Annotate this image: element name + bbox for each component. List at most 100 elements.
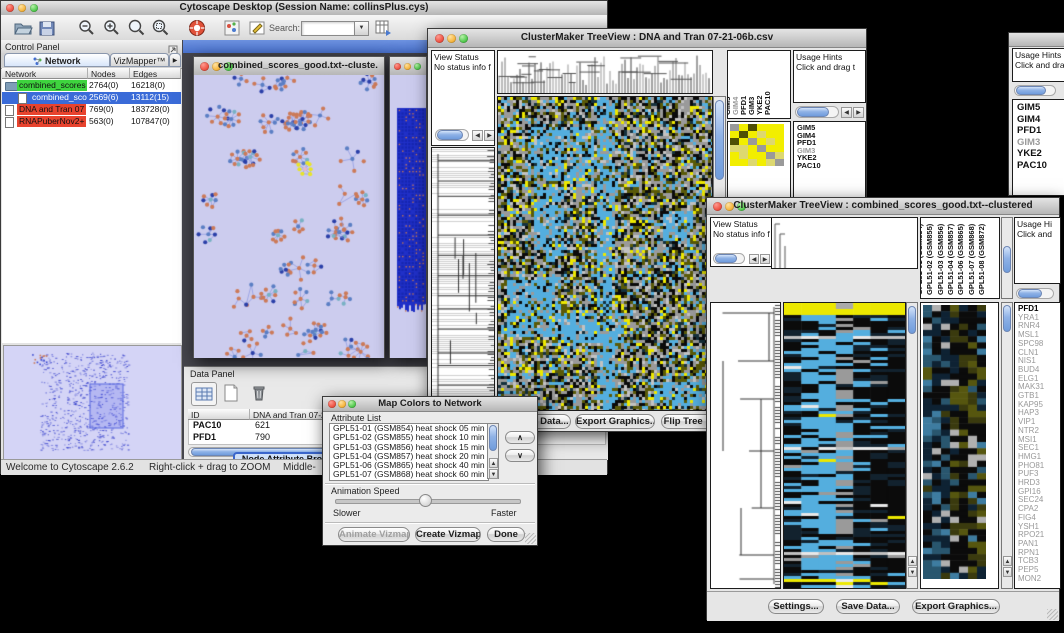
- export-graphics-button[interactable]: Export Graphics...: [912, 599, 1000, 614]
- matrix-cell[interactable]: [775, 152, 784, 159]
- matrix-cell[interactable]: [757, 159, 766, 166]
- matrix-cell[interactable]: [775, 124, 784, 131]
- scroll-down-button[interactable]: ▼: [908, 567, 917, 577]
- treeview-combined-titlebar[interactable]: ClusterMaker TreeView : combined_scores_…: [707, 198, 1059, 215]
- matrix-cell[interactable]: [757, 145, 766, 152]
- gene-label[interactable]: HMG1: [1018, 453, 1060, 462]
- save-data-button[interactable]: Save Data...: [836, 599, 900, 614]
- row-dendrogram[interactable]: [431, 147, 495, 411]
- gene-label[interactable]: SPC98: [1018, 340, 1060, 349]
- view-status-scrollbar-thumb[interactable]: [715, 254, 737, 263]
- gene-label[interactable]: MAK31: [1018, 383, 1060, 392]
- matrix-cell[interactable]: [730, 124, 739, 131]
- matrix-cell[interactable]: [766, 159, 775, 166]
- close-button[interactable]: [394, 63, 401, 70]
- attribute-item[interactable]: GPL51-01 (GSM854) heat shock 05 min: [330, 424, 488, 433]
- heatmap-vscrollbar-thumb[interactable]: [908, 306, 916, 334]
- matrix-cell[interactable]: [775, 138, 784, 145]
- scroll-left-button[interactable]: ◀: [841, 107, 852, 118]
- gene-label[interactable]: GIM3: [1017, 137, 1064, 149]
- attribute-list-scrollbar[interactable]: ▲ ▼: [487, 423, 499, 479]
- usage-hscrollbar[interactable]: [1016, 288, 1054, 299]
- network-view-2-titlebar[interactable]: [390, 57, 426, 76]
- view-status-scrollbar-thumb[interactable]: [437, 130, 463, 140]
- column-header-network[interactable]: Network: [2, 68, 88, 79]
- gene-label[interactable]: FIG4: [1018, 514, 1060, 523]
- gene-label[interactable]: PAC10: [797, 162, 865, 170]
- column-dendrogram[interactable]: [497, 50, 713, 94]
- gene-label[interactable]: PEP5: [1018, 566, 1060, 575]
- column-label[interactable]: GPL51-03 (GSM856): [936, 224, 945, 295]
- data-column-id[interactable]: ID: [188, 409, 250, 420]
- gene-label[interactable]: CLN1: [1018, 349, 1060, 358]
- column-dendrogram[interactable]: [771, 217, 918, 269]
- network-tree-row[interactable]: DNA and Tran 07769(0)183728(0): [2, 104, 181, 116]
- sliver-hscrollbar-thumb[interactable]: [1016, 86, 1046, 95]
- matrix-cell[interactable]: [748, 138, 757, 145]
- minimize-button[interactable]: [404, 63, 411, 70]
- gene-label[interactable]: MSL1: [1018, 331, 1060, 340]
- network-canvas[interactable]: [194, 75, 384, 358]
- matrix-cell[interactable]: [775, 159, 784, 166]
- gene-label[interactable]: YSH1: [1018, 523, 1060, 532]
- zoom-vscrollbar-thumb[interactable]: [1003, 305, 1011, 332]
- gene-label[interactable]: GTB1: [1018, 392, 1060, 401]
- gene-label[interactable]: BUD4: [1018, 366, 1060, 375]
- move-down-button[interactable]: ∨: [505, 449, 535, 462]
- animate-vizmap-button[interactable]: Animate Vizmap: [338, 527, 410, 542]
- scroll-down-button[interactable]: ▼: [1003, 567, 1012, 577]
- tab-vizmapper[interactable]: VizMapper™: [110, 53, 169, 67]
- gene-label[interactable]: YRA1: [1018, 314, 1060, 323]
- gene-label[interactable]: GIM5: [1017, 102, 1064, 114]
- resize-grip[interactable]: [1047, 609, 1058, 620]
- matrix-cell[interactable]: [730, 138, 739, 145]
- matrix-cell[interactable]: [757, 152, 766, 159]
- zoom-in-icon[interactable]: [102, 18, 122, 38]
- main-titlebar[interactable]: Cytoscape Desktop (Session Name: collins…: [1, 1, 607, 16]
- search-dropdown-button[interactable]: ▼: [354, 21, 369, 36]
- gene-label[interactable]: HRD3: [1018, 479, 1060, 488]
- zoom-vscrollbar[interactable]: ▲ ▼: [1001, 302, 1013, 589]
- delete-attribute-icon[interactable]: [247, 382, 271, 404]
- gene-label[interactable]: PFD1: [797, 139, 865, 147]
- zoom-heatmap-panel[interactable]: [920, 302, 999, 589]
- table-view-icon[interactable]: [191, 382, 217, 406]
- gene-label[interactable]: NIS1: [1018, 357, 1060, 366]
- network-tree-row[interactable]: combined_scores2764(0)16218(0): [2, 80, 181, 92]
- gene-label[interactable]: GIM4: [797, 132, 865, 140]
- close-button[interactable]: [200, 62, 209, 71]
- column-label[interactable]: GPL51-06 (GSM865): [956, 224, 965, 295]
- import-table-icon[interactable]: [373, 18, 393, 38]
- tab-overflow-button[interactable]: ▶: [169, 53, 181, 67]
- view-status-scrollbar[interactable]: [435, 129, 469, 141]
- gene-label[interactable]: PAC10: [1017, 160, 1064, 172]
- zoom-selected-icon[interactable]: [151, 18, 171, 38]
- gene-label[interactable]: YKE2: [797, 154, 865, 162]
- global-heatmap[interactable]: [497, 96, 713, 411]
- heatmap-vscrollbar[interactable]: ▲ ▼: [906, 302, 918, 589]
- matrix-cell[interactable]: [739, 159, 748, 166]
- column-labels-vscrollbar-thumb[interactable]: [1003, 246, 1011, 273]
- network-tree-row[interactable]: RNAPuberNov2+563(0)107847(0): [2, 116, 181, 128]
- column-label[interactable]: GPL51-04 (GSM857): [946, 224, 955, 295]
- gene-label[interactable]: GIM5: [797, 124, 865, 132]
- edit-panel-icon[interactable]: [247, 18, 267, 38]
- gene-label[interactable]: NTR2: [1018, 427, 1060, 436]
- matrix-cell[interactable]: [766, 145, 775, 152]
- matrix-cell[interactable]: [757, 138, 766, 145]
- matrix-cell[interactable]: [739, 124, 748, 131]
- scroll-up-button[interactable]: ▲: [489, 458, 498, 468]
- gene-label[interactable]: TCB3: [1018, 557, 1060, 566]
- matrix-cell[interactable]: [748, 152, 757, 159]
- gene-label[interactable]: GPI16: [1018, 488, 1060, 497]
- zoom-heatmap-matrix[interactable]: [730, 124, 784, 166]
- column-labels-vscrollbar[interactable]: [1001, 217, 1013, 299]
- matrix-cell[interactable]: [730, 159, 739, 166]
- column-label[interactable]: GPL51-01 (GSM854): [920, 224, 924, 295]
- matrix-cell[interactable]: [748, 159, 757, 166]
- treeview-dna-titlebar[interactable]: ClusterMaker TreeView : DNA and Tran 07-…: [428, 29, 866, 48]
- column-header-nodes[interactable]: Nodes: [88, 68, 130, 79]
- gene-label[interactable]: MSI1: [1018, 436, 1060, 445]
- zoom-fit-icon[interactable]: [127, 18, 147, 38]
- scroll-up-button[interactable]: ▲: [908, 556, 917, 566]
